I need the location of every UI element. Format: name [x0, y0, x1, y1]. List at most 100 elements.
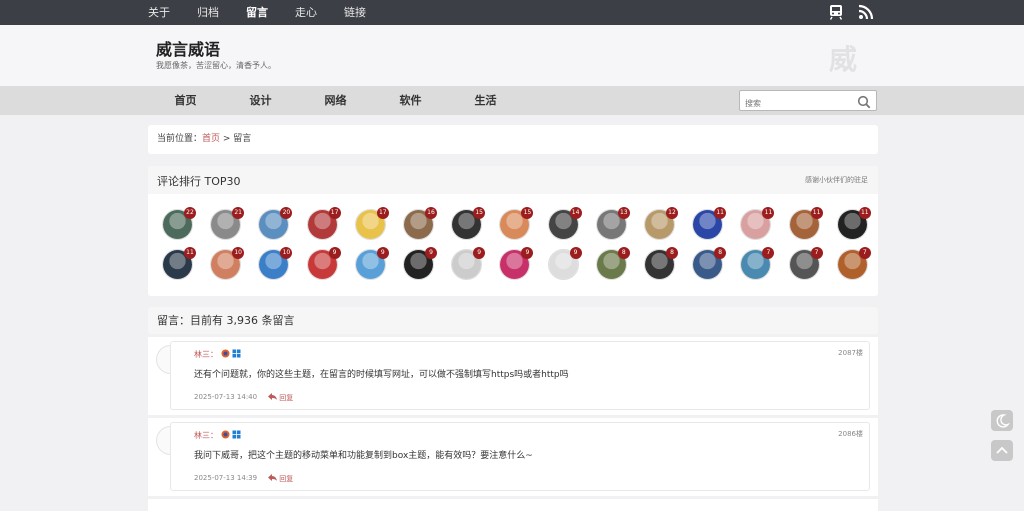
ranking-avatar[interactable]: 14 — [547, 207, 582, 240]
comment-count-badge: 15 — [473, 207, 486, 219]
nav-software[interactable]: 软件 — [373, 86, 448, 115]
comment-ranking: 评论排行 TOP30 感谢小伙伴们的驻足 22 21 20 17 17 16 15 15 14 1… — [148, 166, 878, 296]
comment-count-badge: 8 — [714, 247, 727, 259]
ranking-avatar[interactable]: 7 — [836, 247, 871, 280]
comment-count-badge: 11 — [810, 207, 823, 219]
theme-toggle-button[interactable] — [991, 410, 1013, 431]
ranking-avatar[interactable]: 8 — [595, 247, 630, 280]
comment-count-badge: 21 — [232, 207, 245, 219]
nav-home[interactable]: 首页 — [148, 86, 223, 115]
ranking-avatar[interactable]: 15 — [499, 207, 534, 240]
comment-count-badge: 12 — [666, 207, 678, 219]
reply-button[interactable]: 回复 — [268, 393, 293, 403]
main-nav: 首页 设计 网络 软件 生活 — [148, 86, 523, 115]
comment-count-badge: 15 — [521, 207, 534, 219]
comment-count-badge: 11 — [714, 207, 727, 219]
ranking-avatar[interactable]: 10 — [258, 247, 293, 280]
comment-count-badge: 11 — [184, 247, 196, 259]
topnav-archive[interactable]: 归档 — [197, 0, 246, 25]
ranking-avatar[interactable]: 9 — [306, 247, 341, 280]
comment-count-badge: 11 — [858, 207, 871, 219]
train-icon[interactable] — [828, 4, 844, 20]
rss-icon[interactable] — [858, 4, 874, 20]
ranking-avatar[interactable]: 9 — [354, 247, 389, 280]
comment-count-badge: 22 — [184, 207, 196, 219]
comment-floor: 2086楼 — [838, 430, 863, 438]
ranking-avatar[interactable]: 16 — [403, 207, 437, 240]
breadcrumb-current: 留言 — [233, 134, 252, 144]
comment-count-badge: 7 — [762, 247, 775, 259]
ranking-note: 感谢小伙伴们的驻足 — [805, 176, 868, 184]
search-icon[interactable] — [857, 94, 871, 113]
ranking-avatar[interactable]: 10 — [210, 247, 245, 280]
comment-author[interactable]: 林三： — [194, 350, 218, 359]
ranking-avatar[interactable]: 11 — [740, 207, 775, 240]
ranking-avatar[interactable]: 21 — [210, 207, 245, 240]
moon-icon — [996, 414, 1011, 428]
comment-text: 我问下威哥，把这个主题的移动菜单和功能复制到box主题，能有效吗？要注意什么~ — [194, 451, 533, 461]
windows-icon — [232, 430, 241, 439]
topnav-about[interactable]: 关于 — [148, 0, 197, 25]
ranking-avatar[interactable]: 9 — [451, 247, 486, 280]
comment-author-line: 林三： — [194, 349, 241, 360]
comment-date: 2025-07-13 14:39 — [194, 474, 258, 482]
ranking-avatar[interactable]: 9 — [547, 247, 582, 280]
top-nav: 关于 归档 留言 走心 链接 — [148, 0, 393, 25]
comment-author[interactable]: 林三： — [194, 431, 218, 440]
ranking-avatar[interactable]: 8 — [692, 247, 727, 280]
comment-count-badge: 10 — [280, 247, 293, 259]
ranking-avatar[interactable]: 11 — [692, 207, 727, 240]
nav-design[interactable]: 设计 — [223, 86, 298, 115]
nav-life[interactable]: 生活 — [448, 86, 523, 115]
comment-count-badge: 17 — [376, 207, 389, 219]
ranking-avatar[interactable]: 12 — [644, 207, 678, 240]
ranking-avatar[interactable]: 11 — [836, 207, 871, 240]
ranking-avatar[interactable]: 9 — [499, 247, 534, 280]
ranking-avatar[interactable]: 13 — [595, 207, 630, 240]
reply-button[interactable]: 回复 — [268, 474, 293, 484]
ranking-avatar[interactable]: 7 — [740, 247, 775, 280]
comment-count-badge: 11 — [762, 207, 775, 219]
ranking-avatar[interactable]: 22 — [162, 207, 196, 240]
comment-count-badge: 17 — [328, 207, 341, 219]
reply-icon — [268, 393, 277, 400]
comment-count-badge: 7 — [858, 247, 871, 259]
search-box — [739, 90, 877, 113]
topnav-heart[interactable]: 走心 — [295, 0, 344, 25]
comment-text: 还有个问题就，你的这些主题，在留言的时候填写网址，可以做不强制填写https吗或… — [194, 370, 569, 380]
ranking-avatar[interactable]: 9 — [403, 247, 437, 280]
comment-author-line: 林三： — [194, 430, 241, 441]
ranking-avatar[interactable]: 8 — [644, 247, 678, 280]
firefox-icon — [221, 430, 230, 439]
topnav-guestbook[interactable]: 留言 — [246, 0, 295, 25]
ranking-avatar[interactable]: 20 — [258, 207, 293, 240]
ranking-avatar[interactable]: 17 — [306, 207, 341, 240]
chevron-up-icon — [996, 446, 1008, 454]
comment-item: 林三： 2087楼 还有个问题就，你的这些主题，在留言的时候填写网址，可以做不强… — [148, 337, 878, 415]
reply-label: 回复 — [279, 475, 294, 483]
site-title[interactable]: 威言威语 — [156, 36, 220, 60]
comment-count-badge: 8 — [666, 247, 678, 259]
nav-network[interactable]: 网络 — [298, 86, 373, 115]
comment-count-badge: 13 — [617, 207, 630, 219]
comment-count-badge: 8 — [617, 247, 630, 259]
search-input[interactable] — [740, 94, 850, 113]
breadcrumb-label: 当前位置： — [157, 134, 203, 144]
top-bar: 关于 归档 留言 走心 链接 — [0, 0, 1024, 25]
breadcrumb: 当前位置：首页 > 留言 — [148, 125, 878, 154]
ranking-avatar[interactable]: 11 — [788, 207, 823, 240]
breadcrumb-home[interactable]: 首页 — [202, 134, 220, 144]
comment-count-badge: 9 — [328, 247, 341, 259]
comment-body: 林三： 2086楼 我问下威哥，把这个主题的移动菜单和功能复制到box主题，能有… — [170, 422, 870, 491]
ranking-avatar[interactable]: 17 — [354, 207, 389, 240]
back-to-top-button[interactable] — [991, 440, 1013, 461]
comment-count-badge: 10 — [232, 247, 245, 259]
ranking-avatar[interactable]: 7 — [788, 247, 823, 280]
comment-count-badge: 9 — [521, 247, 534, 259]
topnav-links[interactable]: 链接 — [344, 0, 393, 25]
top-icons — [828, 4, 874, 20]
ranking-avatar[interactable]: 15 — [451, 207, 486, 240]
comment-count-badge: 20 — [280, 207, 293, 219]
comment-count-badge: 14 — [569, 207, 582, 219]
ranking-avatar[interactable]: 11 — [162, 247, 196, 280]
